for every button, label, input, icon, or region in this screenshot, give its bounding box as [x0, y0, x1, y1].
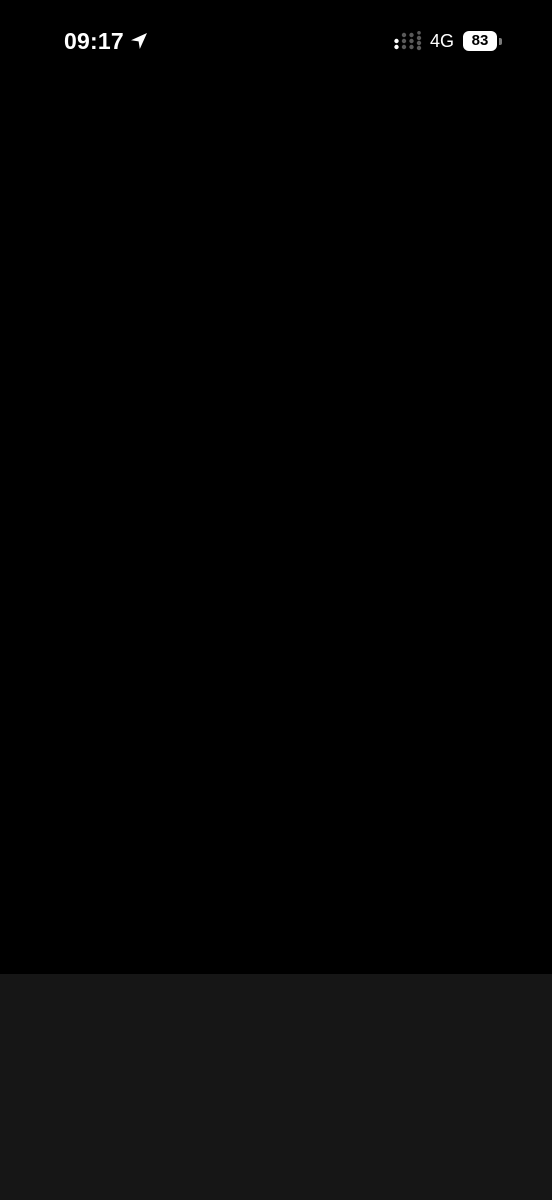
status-indicators: 4G 83: [394, 27, 502, 55]
location-arrow-icon: [129, 31, 149, 51]
main-content-area: [0, 82, 552, 974]
phone-screen: 09:17 4G 83: [0, 0, 552, 1200]
battery-tip: [499, 37, 502, 45]
status-bar: 09:17 4G 83: [0, 0, 552, 82]
battery-icon: 83: [463, 31, 502, 51]
battery-level: 83: [463, 31, 497, 51]
bottom-panel: [0, 974, 552, 1200]
status-time: 09:17: [64, 28, 124, 54]
cellular-signal-icon: [394, 31, 422, 51]
clock-group: 09:17: [64, 26, 149, 56]
network-type: 4G: [429, 31, 454, 51]
